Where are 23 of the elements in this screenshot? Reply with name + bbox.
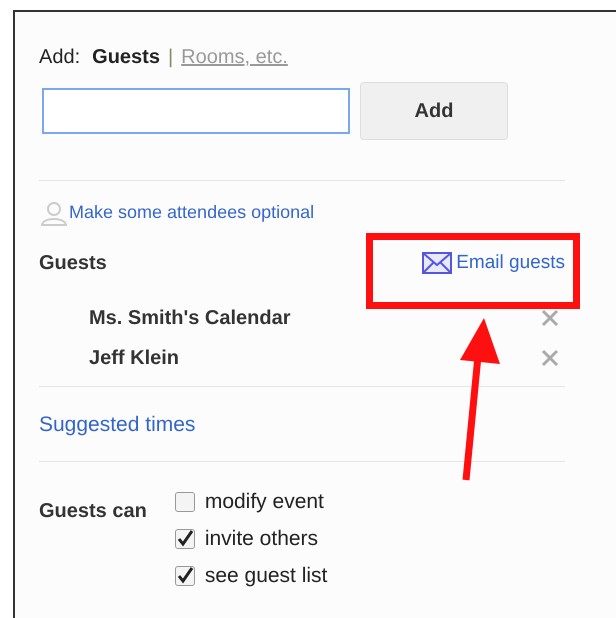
- add-tab[interactable]: Rooms, etc.: [181, 42, 288, 72]
- guest-name: Jeff Klein: [89, 346, 180, 371]
- add-label: Add:: [39, 45, 80, 70]
- add-button[interactable]: Add: [360, 82, 508, 140]
- option-label: see guest list: [204, 563, 328, 590]
- option-label: modify event: [204, 489, 324, 516]
- separator: |: [168, 45, 174, 70]
- remove-icon[interactable]: [541, 309, 559, 327]
- option-label: invite others: [204, 526, 318, 552]
- remove-icon[interactable]: [541, 349, 559, 367]
- email-guests-link[interactable]: Email guests: [422, 248, 565, 278]
- guests-heading: Guests: [39, 251, 107, 276]
- guests-can-label: Guests can: [39, 498, 147, 524]
- checkbox[interactable]: [174, 492, 195, 512]
- guest-name: Ms. Smith's Calendar: [89, 306, 290, 331]
- guest-input-field[interactable]: [42, 88, 350, 134]
- add-tab[interactable]: Guests: [92, 42, 160, 72]
- suggested-times-link[interactable]: Suggested times: [39, 409, 196, 440]
- checkbox[interactable]: [174, 566, 195, 586]
- person-icon: [39, 200, 69, 226]
- envelope-icon: [422, 252, 452, 274]
- checkbox[interactable]: [174, 529, 195, 549]
- optional-attendees-link[interactable]: Make some attendees optional: [69, 199, 314, 226]
